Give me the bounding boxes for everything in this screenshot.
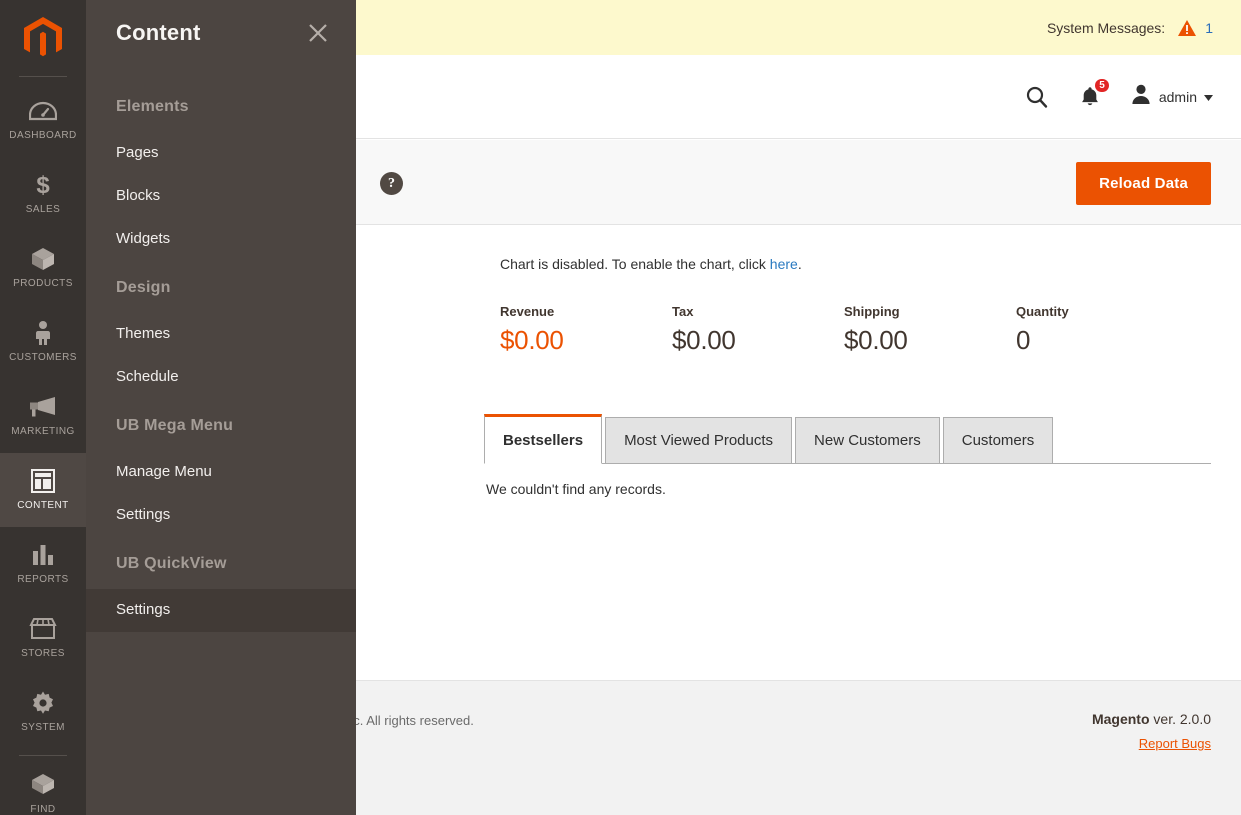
layout-panels-icon bbox=[30, 466, 56, 496]
sidebar-item-content[interactable]: CONTENT bbox=[0, 453, 86, 527]
dashboard-gauge-icon bbox=[29, 96, 57, 126]
sidebar-item-find-partners-extensions[interactable]: FIND PARTNERS & EXTENSIONS bbox=[0, 762, 86, 815]
version-number: ver. 2.0.0 bbox=[1149, 711, 1211, 727]
flyout-item-quickview-settings[interactable]: Settings bbox=[86, 589, 356, 632]
notifications-badge: 5 bbox=[1093, 76, 1111, 94]
sidebar-item-label: FIND PARTNERS & EXTENSIONS bbox=[2, 804, 84, 815]
total-value: 0 bbox=[1016, 325, 1031, 355]
sidebar-item-label: DASHBOARD bbox=[9, 130, 77, 141]
sidebar-divider-bottom bbox=[19, 755, 67, 756]
user-menu[interactable]: admin bbox=[1131, 83, 1213, 110]
sidebar-item-marketing[interactable]: MARKETING bbox=[0, 379, 86, 453]
total-quantity: Quantity 0 bbox=[1016, 304, 1188, 356]
chart-message-prefix: Chart is disabled. To enable the chart, … bbox=[500, 256, 770, 272]
sidebar-item-dashboard[interactable]: DASHBOARD bbox=[0, 83, 86, 157]
close-icon[interactable] bbox=[305, 20, 331, 46]
bell-icon[interactable]: 5 bbox=[1079, 76, 1111, 109]
total-label: Tax bbox=[672, 304, 694, 319]
flyout-body: Elements Pages Blocks Widgets Design The… bbox=[86, 66, 356, 632]
megaphone-icon bbox=[28, 392, 58, 422]
sidebar-item-label: REPORTS bbox=[17, 574, 69, 585]
flyout-header: Content bbox=[86, 0, 356, 66]
flyout-item-manage-menu[interactable]: Manage Menu bbox=[86, 451, 356, 494]
sidebar-item-products[interactable]: PRODUCTS bbox=[0, 231, 86, 305]
total-shipping: Shipping $0.00 bbox=[844, 304, 1016, 356]
svg-text:$: $ bbox=[36, 172, 50, 198]
flyout-item-pages[interactable]: Pages bbox=[86, 132, 356, 175]
sidebar-divider-top bbox=[19, 76, 67, 77]
partners-line-1: FIND PARTNERS bbox=[30, 804, 56, 815]
total-value: $0.00 bbox=[500, 325, 564, 355]
search-icon[interactable] bbox=[1025, 85, 1049, 109]
tab-bestsellers[interactable]: Bestsellers bbox=[484, 414, 603, 464]
question-mark-icon[interactable]: ? bbox=[380, 172, 403, 195]
flyout-group-title-ub-mega-menu: UB Mega Menu bbox=[116, 417, 234, 434]
gear-icon bbox=[30, 688, 56, 718]
report-bugs-link[interactable]: Report Bugs bbox=[1092, 736, 1211, 751]
total-label: Shipping bbox=[844, 304, 900, 319]
sidebar-item-label: CONTENT bbox=[17, 500, 69, 511]
reload-data-button[interactable]: Reload Data bbox=[1076, 162, 1211, 205]
sidebar-item-label: STORES bbox=[21, 648, 65, 659]
main-sidebar: DASHBOARD $ SALES PRODUCTS CUSTOMERS MAR… bbox=[0, 0, 86, 815]
magento-admin-page: System Messages: 1 5 admin ? Reload Data… bbox=[0, 0, 1241, 815]
total-value: $0.00 bbox=[672, 325, 736, 355]
bar-chart-icon bbox=[30, 540, 56, 570]
chart-disabled-message: Chart is disabled. To enable the chart, … bbox=[500, 256, 802, 272]
sidebar-item-label: CUSTOMERS bbox=[9, 352, 77, 363]
sidebar-item-label: SYSTEM bbox=[21, 722, 65, 733]
user-avatar-icon bbox=[1131, 83, 1151, 110]
flyout-item-schedule[interactable]: Schedule bbox=[86, 356, 356, 399]
dollar-sign-icon: $ bbox=[34, 170, 52, 200]
tab-customers[interactable]: Customers bbox=[942, 417, 1054, 464]
magento-wordmark: Magento bbox=[1091, 711, 1150, 727]
system-messages-label: System Messages: bbox=[1046, 19, 1166, 36]
chevron-down-icon bbox=[1204, 88, 1213, 106]
chart-message-suffix: . bbox=[797, 256, 802, 272]
sidebar-item-system[interactable]: SYSTEM bbox=[0, 675, 86, 749]
sidebar-item-stores[interactable]: STORES bbox=[0, 601, 86, 675]
tab-most-viewed-products[interactable]: Most Viewed Products bbox=[605, 417, 793, 464]
flyout-item-themes[interactable]: Themes bbox=[86, 313, 356, 356]
sidebar-item-reports[interactable]: REPORTS bbox=[0, 527, 86, 601]
sidebar-item-sales[interactable]: $ SALES bbox=[0, 157, 86, 231]
flyout-item-blocks[interactable]: Blocks bbox=[86, 175, 356, 218]
flyout-group-title-design: Design bbox=[116, 279, 171, 296]
total-tax: Tax $0.00 bbox=[672, 304, 844, 356]
user-name-label: admin bbox=[1158, 88, 1197, 105]
flyout-group-title-ub-quickview: UB QuickView bbox=[116, 555, 227, 572]
flyout-title: Content bbox=[116, 20, 201, 45]
dashboard-totals: Revenue $0.00 Tax $0.00 Shipping $0.00 Q… bbox=[500, 304, 1221, 356]
footer-right: Magento ver. 2.0.0 Report Bugs bbox=[1092, 711, 1211, 751]
magento-logo[interactable] bbox=[0, 0, 86, 76]
flyout-item-mega-menu-settings[interactable]: Settings bbox=[86, 494, 356, 537]
warning-triangle-icon bbox=[1177, 19, 1197, 37]
tab-new-customers[interactable]: New Customers bbox=[795, 417, 940, 464]
storefront-icon bbox=[29, 614, 57, 644]
sidebar-item-label: PRODUCTS bbox=[13, 278, 73, 289]
dashboard-tabs: Bestsellers Most Viewed Products New Cus… bbox=[484, 412, 1211, 464]
system-messages-count[interactable]: 1 bbox=[1205, 20, 1213, 36]
total-value: $0.00 bbox=[844, 325, 908, 355]
sidebar-item-label: SALES bbox=[25, 204, 61, 215]
cube-icon bbox=[30, 770, 56, 800]
total-revenue: Revenue $0.00 bbox=[500, 304, 672, 356]
sidebar-item-customers[interactable]: CUSTOMERS bbox=[0, 305, 86, 379]
flyout-group-title-elements: Elements bbox=[116, 98, 189, 115]
total-label: Revenue bbox=[500, 304, 555, 319]
box-icon bbox=[30, 244, 56, 274]
sidebar-item-label: MARKETING bbox=[11, 426, 75, 437]
flyout-item-widgets[interactable]: Widgets bbox=[86, 218, 356, 261]
person-icon bbox=[33, 318, 53, 348]
enable-chart-link[interactable]: here bbox=[770, 256, 798, 272]
total-label: Quantity bbox=[1016, 304, 1069, 319]
empty-records-message: We couldn't find any records. bbox=[486, 481, 666, 497]
magento-version: Magento ver. 2.0.0 bbox=[1092, 711, 1211, 727]
content-submenu-flyout: Content Elements Pages Blocks Widgets De… bbox=[86, 0, 356, 815]
